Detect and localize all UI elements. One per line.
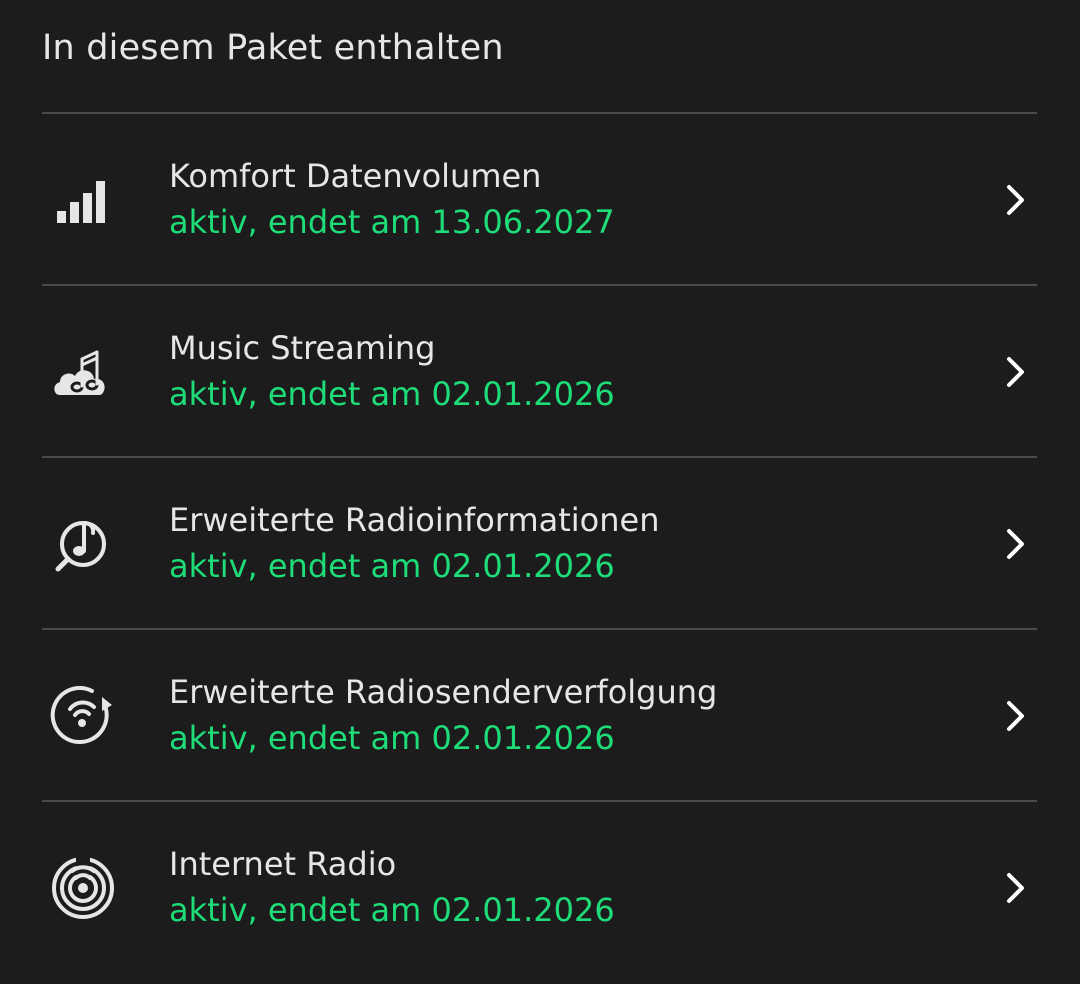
radio-tracking-icon (50, 683, 116, 749)
feature-row-erweiterte-radioinformationen[interactable]: Erweiterte Radioinformationen aktiv, end… (42, 458, 1037, 628)
chevron-right-icon[interactable] (1003, 868, 1029, 908)
chevron-right-icon[interactable] (1003, 524, 1029, 564)
feature-row-komfort-datenvolumen[interactable]: Komfort Datenvolumen aktiv, endet am 13.… (42, 114, 1037, 284)
chevron-right-icon[interactable] (1003, 352, 1029, 392)
internet-radio-icon (50, 855, 116, 921)
music-search-icon (50, 511, 116, 577)
signal-bars-icon (50, 167, 116, 233)
feature-row-internet-radio[interactable]: Internet Radio aktiv, endet am 02.01.202… (42, 802, 1037, 972)
feature-row-erweiterte-radiosenderverfolgung[interactable]: Erweiterte Radiosenderverfolgung aktiv, … (42, 630, 1037, 800)
feature-row-music-streaming[interactable]: Music Streaming aktiv, endet am 02.01.20… (42, 286, 1037, 456)
chevron-right-icon[interactable] (1003, 696, 1029, 736)
feature-name: Erweiterte Radiosenderverfolgung (169, 673, 718, 711)
section-title: In diesem Paket enthalten (42, 28, 504, 68)
chevron-right-icon[interactable] (1003, 180, 1029, 220)
feature-name: Internet Radio (169, 845, 397, 883)
feature-status: aktiv, endet am 02.01.2026 (169, 375, 615, 413)
package-features-list: Komfort Datenvolumen aktiv, endet am 13.… (42, 112, 1037, 972)
feature-status: aktiv, endet am 02.01.2026 (169, 547, 615, 585)
feature-status: aktiv, endet am 02.01.2026 (169, 719, 615, 757)
feature-name: Komfort Datenvolumen (169, 157, 542, 195)
cloud-music-icon (50, 339, 116, 405)
feature-status: aktiv, endet am 13.06.2027 (169, 203, 615, 241)
feature-name: Erweiterte Radioinformationen (169, 501, 660, 539)
feature-name: Music Streaming (169, 329, 436, 367)
feature-status: aktiv, endet am 02.01.2026 (169, 891, 615, 929)
